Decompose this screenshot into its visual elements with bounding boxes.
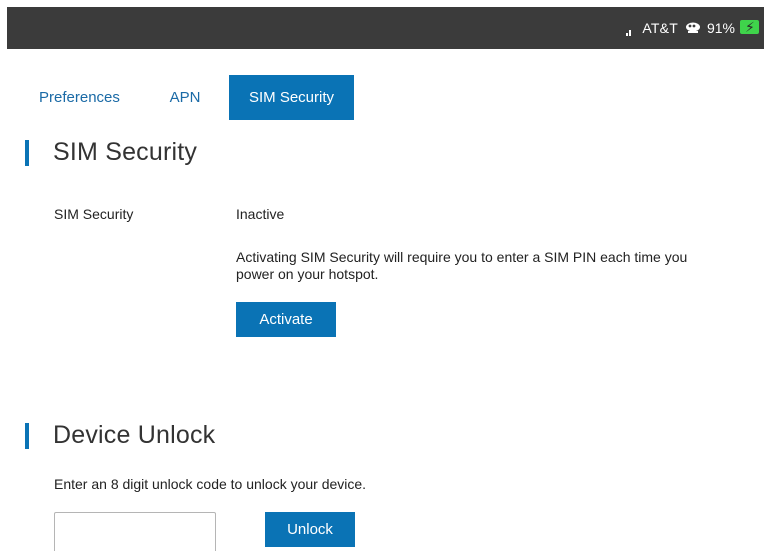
sim-security-note: Activating SIM Security will require you… [236, 249, 688, 282]
unlock-button[interactable]: Unlock [265, 512, 355, 547]
battery-percent: 91% [706, 20, 735, 36]
tab-apn[interactable]: APN [141, 75, 229, 120]
battery-charging-icon: ⚡ [740, 19, 762, 36]
heading-accent-bar [25, 139, 29, 166]
signal-icon [626, 26, 632, 36]
settings-page: AT&T 91% ⚡ Preferences APN SIM Security … [0, 0, 764, 551]
sim-security-heading: SIM Security [25, 138, 197, 167]
heading-accent-bar [25, 422, 29, 449]
tab-preferences[interactable]: Preferences [24, 75, 141, 120]
network-icon [684, 21, 702, 35]
unlock-instructions: Enter an 8 digit unlock code to unlock y… [54, 476, 367, 492]
sim-security-title: SIM Security [53, 138, 198, 166]
device-unlock-title: Device Unlock [53, 421, 216, 449]
status-bar: AT&T 91% ⚡ [7, 7, 764, 49]
unlock-code-input[interactable] [54, 512, 216, 551]
tab-sim-security[interactable]: SIM Security [229, 75, 355, 120]
sim-security-label: SIM Security [54, 206, 134, 222]
settings-tabs: Preferences APN SIM Security [24, 75, 355, 120]
activate-button[interactable]: Activate [236, 302, 336, 337]
carrier-name: AT&T [642, 20, 678, 36]
status-indicators: AT&T 91% ⚡ [626, 7, 764, 49]
sim-security-status: Inactive [236, 206, 285, 222]
device-unlock-heading: Device Unlock [25, 421, 215, 450]
